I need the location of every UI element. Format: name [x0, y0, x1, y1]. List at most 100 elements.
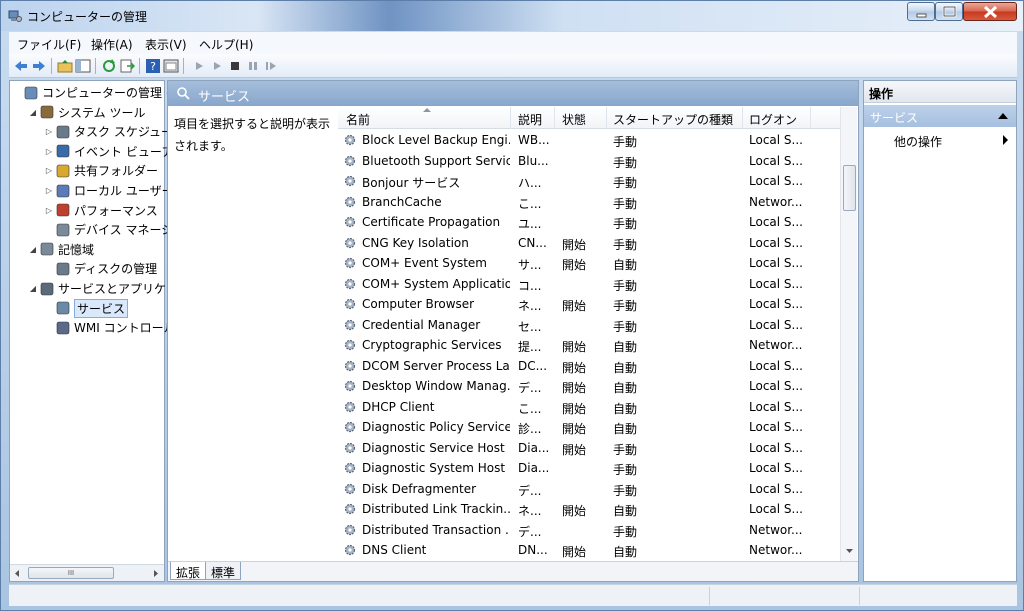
service-name: BranchCache — [362, 194, 442, 209]
service-name: Bluetooth Support Service — [362, 153, 510, 168]
scroll-thumb[interactable]: III — [28, 567, 114, 579]
tree-item[interactable]: ▷ イベント ビューアー — [44, 142, 185, 161]
title-bar[interactable]: コンピューターの管理 — [1, 1, 1023, 31]
service-row[interactable]: DCOM Server Process La... DC... 開始 自動 Local … — [338, 356, 840, 376]
tree-item[interactable]: ◢ サービスとアプリケー — [28, 279, 178, 298]
column-divider[interactable] — [810, 107, 811, 129]
service-gear-icon — [344, 360, 356, 371]
expand-toggle-icon[interactable]: ◢ — [28, 245, 38, 254]
expand-toggle-icon[interactable]: ◢ — [28, 284, 38, 293]
service-row[interactable]: Certificate Propagation ユ... 手動 Local S... — [338, 212, 840, 232]
tree-item[interactable]: ◢ システム ツール — [28, 103, 146, 122]
service-row[interactable]: Diagnostic System Host Dia... 手動 Local S... — [338, 458, 840, 478]
show-hide-tree-icon[interactable] — [75, 58, 91, 74]
service-row[interactable]: DHCP Client こ... 開始 自動 Local S... — [338, 397, 840, 417]
tree-item[interactable]: コンピューターの管理 (ロ — [12, 83, 183, 102]
export-list-icon[interactable] — [119, 58, 135, 74]
service-name: Distributed Transaction ... — [362, 522, 510, 537]
pause-service-icon-dim[interactable] — [209, 58, 225, 74]
service-row[interactable]: Computer Browser ネ... 開始 手動 Local S... — [338, 294, 840, 314]
expand-toggle-icon[interactable]: ◢ — [28, 108, 38, 117]
column-divider[interactable] — [510, 107, 511, 129]
service-startup-type: 手動 — [613, 483, 638, 498]
tree-item[interactable]: WMI コントロール — [44, 318, 176, 337]
start-service-icon[interactable] — [191, 58, 207, 74]
tree-item[interactable]: ▷ 共有フォルダー — [44, 161, 158, 180]
service-row[interactable]: Diagnostic Service Host Dia... 開始 手動 Local S… — [338, 438, 840, 458]
service-row[interactable]: Block Level Backup Engi... WB... 手動 Local S… — [338, 130, 840, 150]
service-log-on: Networ... — [749, 522, 803, 537]
help-icon[interactable]: ? — [145, 58, 161, 74]
service-log-on: Networ... — [749, 543, 803, 557]
service-log-on: Local S... — [749, 133, 803, 147]
column-header-log-on[interactable]: ログオン — [749, 111, 797, 128]
column-header-status[interactable]: 状態 — [562, 111, 586, 128]
maximize-button[interactable] — [935, 2, 963, 21]
service-row[interactable]: COM+ System Application コ... 手動 Local S... — [338, 274, 840, 294]
stop-service-icon[interactable] — [227, 58, 243, 74]
tree-item[interactable]: ▷ タスク スケジューラ — [44, 122, 185, 141]
menu-help[interactable]: ヘルプ(H) — [199, 36, 253, 53]
service-row[interactable]: Bonjour サービス ハ... 手動 Local S... — [338, 171, 840, 191]
service-row[interactable]: DNS Client DN... 開始 自動 Networ... — [338, 540, 840, 560]
expand-toggle-icon[interactable]: ▷ — [44, 127, 54, 136]
service-row[interactable]: Diagnostic Policy Service 診... 開始 自動 Local S… — [338, 417, 840, 437]
scroll-down-arrow-icon[interactable] — [845, 547, 854, 555]
expand-toggle-icon[interactable]: ▷ — [44, 147, 54, 156]
tree-item[interactable]: デバイス マネージャ — [44, 220, 185, 239]
scroll-thumb[interactable] — [843, 165, 856, 211]
forward-arrow-icon[interactable] — [31, 58, 47, 74]
column-divider[interactable] — [606, 107, 607, 129]
service-status: 開始 — [562, 299, 587, 313]
service-startup-type: 自動 — [613, 381, 638, 395]
minimize-button[interactable] — [907, 2, 935, 21]
column-divider[interactable] — [742, 107, 743, 129]
column-header-startup-type[interactable]: スタートアップの種類 — [613, 111, 733, 128]
service-description: 項目を選択すると説明が表示されます。 — [174, 117, 331, 153]
tree-item[interactable]: ディスクの管理 — [44, 259, 157, 278]
tab-extended[interactable]: 拡張 — [170, 562, 207, 580]
services-vertical-scrollbar[interactable] — [840, 107, 857, 561]
expand-toggle-icon[interactable]: ▷ — [44, 166, 54, 175]
expand-toggle-icon[interactable]: ▷ — [44, 186, 54, 195]
service-row[interactable]: Disk Defragmenter デ... 手動 Local S... — [338, 479, 840, 499]
restart-service-icon[interactable] — [263, 58, 279, 74]
collapse-arrow-icon[interactable] — [998, 112, 1008, 119]
service-description-cell: ネ... — [518, 299, 542, 313]
pause-service-icon[interactable] — [245, 58, 261, 74]
service-row[interactable]: COM+ Event System サ... 開始 自動 Local S... — [338, 253, 840, 273]
back-arrow-icon[interactable] — [13, 58, 29, 74]
service-status: 開始 — [562, 258, 587, 272]
service-row[interactable]: BranchCache こ... 手動 Networ... — [338, 192, 840, 212]
service-row[interactable]: Desktop Window Manag... デ... 開始 自動 Local S..… — [338, 376, 840, 396]
service-row[interactable]: Credential Manager セ... 手動 Local S... — [338, 315, 840, 335]
tree-item[interactable]: ▷ パフォーマンス — [44, 201, 158, 220]
column-divider[interactable] — [554, 107, 555, 129]
service-row[interactable]: Distributed Link Trackin... ネ... 開始 自動 Local… — [338, 499, 840, 519]
up-folder-icon[interactable] — [57, 58, 73, 74]
expand-toggle-icon[interactable]: ▷ — [44, 206, 54, 215]
properties-icon[interactable] — [163, 58, 179, 74]
tree-item[interactable]: サービス — [44, 298, 129, 318]
actions-section-services[interactable]: サービス — [864, 105, 1016, 127]
service-row[interactable]: Cryptographic Services 提... 開始 自動 Networ... — [338, 335, 840, 355]
refresh-icon[interactable] — [101, 58, 117, 74]
svg-text:?: ? — [150, 60, 156, 73]
column-header-name[interactable]: 名前 — [346, 111, 370, 128]
column-header-description[interactable]: 説明 — [518, 111, 542, 128]
menu-action[interactable]: 操作(A) — [91, 36, 133, 53]
close-button[interactable] — [963, 2, 1017, 21]
tree-item[interactable]: ◢ 記憶域 — [28, 240, 94, 259]
service-row[interactable]: Distributed Transaction ... デ... 手動 Networ.… — [338, 520, 840, 540]
more-actions-item[interactable]: 他の操作 — [894, 133, 942, 150]
scroll-right-arrow-icon[interactable] — [152, 569, 160, 578]
tab-standard[interactable]: 標準 — [205, 562, 242, 580]
service-row[interactable]: Bluetooth Support Service Blu... 手動 Local S… — [338, 151, 840, 171]
tree-horizontal-scrollbar[interactable]: III — [10, 564, 164, 581]
service-row[interactable]: CNG Key Isolation CN... 開始 手動 Local S... — [338, 233, 840, 253]
menu-file[interactable]: ファイル(F) — [17, 36, 81, 53]
tree-item[interactable]: ▷ ローカル ユーザーと — [44, 181, 186, 200]
menu-view[interactable]: 表示(V) — [145, 36, 187, 53]
service-name: Computer Browser — [362, 297, 475, 311]
scroll-left-arrow-icon[interactable] — [13, 569, 21, 578]
